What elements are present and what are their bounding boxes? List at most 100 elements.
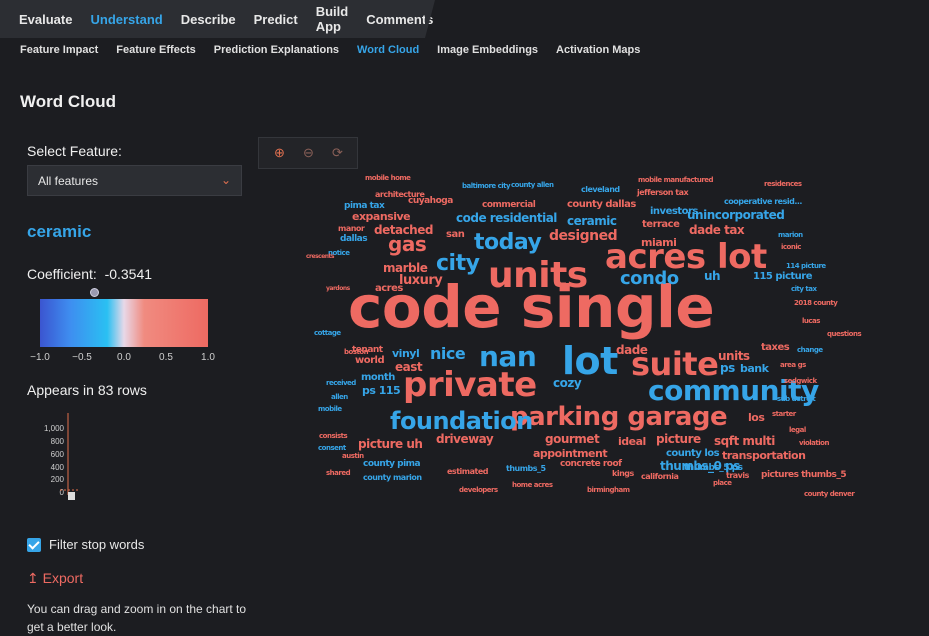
cloud-word[interactable]: marion <box>778 232 803 239</box>
cloud-word[interactable]: sqft multi <box>714 435 775 447</box>
cloud-word[interactable]: acres <box>375 284 403 294</box>
cloud-word[interactable]: ps 115 <box>362 385 401 396</box>
subtab-feature-effects[interactable]: Feature Effects <box>116 44 195 56</box>
cloud-word[interactable]: concrete roof <box>560 460 622 469</box>
cloud-word[interactable]: luxury <box>399 274 443 287</box>
cloud-word[interactable]: nice <box>430 346 466 362</box>
cloud-word[interactable]: gourmet <box>545 433 600 445</box>
cloud-word[interactable]: developers <box>459 487 498 494</box>
cloud-word[interactable]: foundation <box>390 409 533 433</box>
cloud-word[interactable]: ceramic <box>567 215 617 227</box>
cloud-word[interactable]: ideal <box>618 436 646 447</box>
tab-understand[interactable]: Understand <box>90 12 162 27</box>
cloud-word[interactable]: city tax <box>791 286 817 293</box>
cloud-word[interactable]: county marion <box>363 474 422 482</box>
cloud-word[interactable]: gas <box>388 234 427 254</box>
cloud-word[interactable]: cooperative resid... <box>724 198 802 206</box>
subtab-image-embeddings[interactable]: Image Embeddings <box>437 44 538 56</box>
cloud-word[interactable]: designed <box>549 229 618 243</box>
cloud-word[interactable]: cottage <box>314 330 341 337</box>
cloud-word[interactable]: lot <box>562 342 618 380</box>
cloud-word[interactable]: county denver <box>804 491 855 498</box>
cloud-word[interactable]: units <box>488 258 588 294</box>
cloud-word[interactable]: mobile <box>318 406 342 413</box>
cloud-word[interactable]: dade tax <box>689 224 745 236</box>
cloud-word[interactable]: county dallas <box>567 200 636 210</box>
cloud-word[interactable]: mobile manufactured <box>638 177 714 184</box>
cloud-word[interactable]: kings <box>612 470 634 478</box>
cloud-word[interactable]: home acres <box>512 482 553 489</box>
cloud-word[interactable]: today <box>474 232 542 254</box>
cloud-word[interactable]: pima tax <box>344 202 385 211</box>
cloud-word[interactable]: san <box>446 230 465 240</box>
cloud-word[interactable]: 2018 county <box>794 300 838 307</box>
cloud-word[interactable]: thumbs_5 <box>506 465 546 473</box>
cloud-word[interactable]: legal <box>789 427 806 434</box>
cloud-word[interactable]: detached <box>374 224 433 236</box>
cloud-word[interactable]: baltimore city <box>462 183 511 190</box>
tab-build-app[interactable]: Build App <box>316 4 349 34</box>
cloud-word[interactable]: bank <box>740 363 769 374</box>
cloud-word[interactable]: miami <box>641 237 677 248</box>
cloud-word[interactable]: los <box>748 412 765 423</box>
cloud-word[interactable]: area gs <box>780 362 806 369</box>
cloud-word[interactable]: 114 picture <box>786 263 826 270</box>
subtab-word-cloud[interactable]: Word Cloud <box>357 44 419 56</box>
tab-comments[interactable]: Comments <box>366 12 433 27</box>
cloud-word[interactable]: jefferson tax <box>637 189 689 197</box>
cloud-word[interactable]: parking garage <box>510 404 728 430</box>
cloud-word[interactable]: county allen <box>511 182 554 189</box>
export-button[interactable]: ↥ Export <box>27 570 83 587</box>
cloud-word[interactable]: cleveland <box>581 186 620 194</box>
tab-describe[interactable]: Describe <box>181 12 236 27</box>
cloud-word[interactable]: yardons <box>326 286 350 292</box>
cloud-word[interactable]: violation <box>799 440 829 447</box>
feature-select[interactable]: All features ⌄ <box>27 165 242 196</box>
tab-predict[interactable]: Predict <box>254 12 298 27</box>
cloud-word[interactable]: driveway <box>436 433 494 445</box>
cloud-word[interactable]: change <box>797 347 823 354</box>
cloud-word[interactable]: picture uh <box>358 438 423 450</box>
cloud-word[interactable]: cozy <box>553 377 582 389</box>
cloud-word[interactable]: marble <box>383 262 428 274</box>
cloud-word[interactable]: mobile home <box>365 175 411 182</box>
tab-evaluate[interactable]: Evaluate <box>19 12 72 27</box>
filter-stop-words[interactable]: Filter stop words <box>27 537 144 552</box>
cloud-word[interactable]: dade <box>616 344 648 356</box>
cloud-word[interactable]: county los <box>666 449 720 459</box>
cloud-word[interactable]: sub detroit <box>777 396 816 403</box>
cloud-word[interactable]: nan <box>479 343 537 371</box>
cloud-word[interactable]: ps <box>720 362 735 374</box>
cloud-word[interactable]: estimated <box>447 468 488 476</box>
cloud-word[interactable]: sedgwick <box>784 378 817 385</box>
cloud-word[interactable]: picture <box>656 433 701 445</box>
cloud-word[interactable]: investors <box>650 207 698 217</box>
cloud-word[interactable]: appointment <box>533 448 608 459</box>
cloud-word[interactable]: taxes <box>761 343 790 353</box>
word-cloud[interactable]: code single units acres lot private lot nan su… <box>248 150 928 520</box>
subtab-prediction-explanations[interactable]: Prediction Explanations <box>214 44 339 56</box>
cloud-word[interactable]: unincorporated <box>687 209 785 221</box>
cloud-word[interactable]: allen <box>331 394 348 401</box>
cloud-word[interactable]: terrace <box>642 220 680 230</box>
cloud-word[interactable]: questions <box>827 331 862 338</box>
cloud-word[interactable]: shared <box>326 470 351 477</box>
cloud-word[interactable]: vinyl <box>392 348 420 359</box>
cloud-word[interactable]: private <box>403 368 537 402</box>
subtab-feature-impact[interactable]: Feature Impact <box>20 44 98 56</box>
cloud-word[interactable]: condo <box>620 270 679 288</box>
cloud-word[interactable]: east <box>395 361 423 373</box>
cloud-word[interactable]: code residential <box>456 212 557 224</box>
cloud-word[interactable]: uh <box>704 270 721 282</box>
cloud-word[interactable]: birmingham <box>587 487 630 494</box>
cloud-word[interactable]: 115 picture <box>753 272 812 282</box>
subtab-activation-maps[interactable]: Activation Maps <box>556 44 640 56</box>
cloud-word[interactable]: city <box>436 253 480 275</box>
cloud-word[interactable]: received <box>326 380 356 387</box>
cloud-word[interactable]: crescents <box>306 254 335 260</box>
cloud-word[interactable]: county pima <box>363 460 421 469</box>
cloud-word[interactable]: manor <box>338 225 365 233</box>
cloud-word[interactable]: dallas <box>340 235 368 244</box>
cloud-word[interactable]: pictures thumbs_5 <box>761 471 847 480</box>
cloud-word[interactable]: starter <box>772 411 796 418</box>
